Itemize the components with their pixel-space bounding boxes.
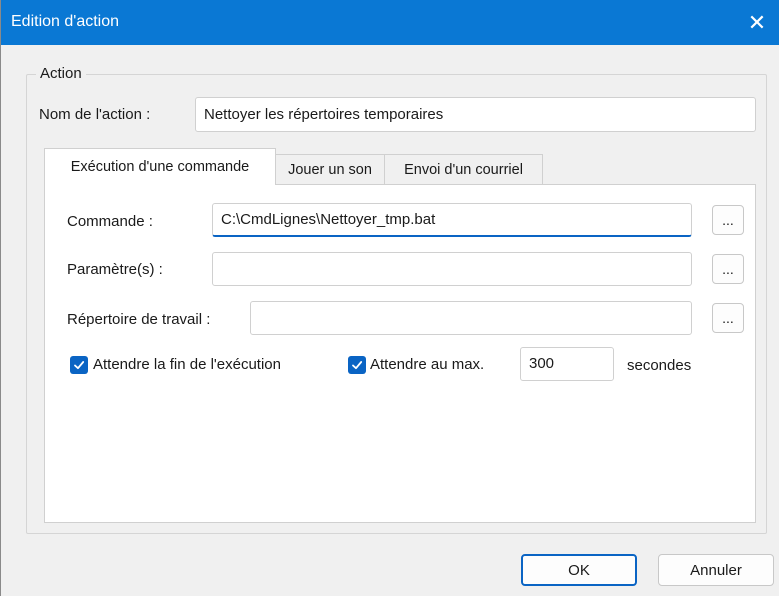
tab-play-sound-label: Jouer un son <box>288 161 372 178</box>
action-name-label: Nom de l'action : <box>39 106 151 123</box>
workdir-browse-button[interactable]: ... <box>712 303 744 333</box>
cancel-button[interactable]: Annuler <box>658 554 774 586</box>
command-label: Commande : <box>67 213 153 230</box>
params-browse-button[interactable]: ... <box>712 254 744 284</box>
dialog-title: Edition d'action <box>11 13 120 30</box>
tab-send-email-label: Envoi d'un courriel <box>404 161 523 178</box>
tab-execute-command-label: Exécution d'une commande <box>70 159 250 175</box>
command-browse-button[interactable]: ... <box>712 205 744 235</box>
ok-button[interactable]: OK <box>521 554 637 586</box>
wait-max-label[interactable]: Attendre au max. <box>370 356 484 373</box>
command-value: C:\CmdLignes\Nettoyer_tmp.bat <box>221 211 436 228</box>
action-group-legend: Action <box>36 65 86 82</box>
workdir-input[interactable] <box>250 301 692 335</box>
seconds-label: secondes <box>627 357 692 374</box>
wait-end-checkbox[interactable] <box>70 356 88 374</box>
wait-max-seconds-input[interactable]: 300 <box>520 347 614 381</box>
action-name-value: Nettoyer les répertoires temporaires <box>204 106 444 123</box>
checkmark-icon <box>352 361 363 370</box>
close-icon[interactable]: ✕ <box>734 0 779 45</box>
params-label: Paramètre(s) : <box>67 261 163 278</box>
wait-max-checkbox[interactable] <box>348 356 366 374</box>
params-input[interactable] <box>212 252 692 286</box>
action-edit-dialog: Edition d'action ✕ Action Nom de l'actio… <box>0 0 779 596</box>
title-bar: Edition d'action ✕ <box>1 0 779 45</box>
tab-send-email[interactable]: Envoi d'un courriel <box>384 154 543 184</box>
tab-play-sound[interactable]: Jouer un son <box>275 154 385 184</box>
wait-end-label[interactable]: Attendre la fin de l'exécution <box>93 356 281 373</box>
workdir-label: Répertoire de travail : <box>67 311 211 328</box>
command-input[interactable]: C:\CmdLignes\Nettoyer_tmp.bat <box>212 203 692 237</box>
checkmark-icon <box>74 361 85 370</box>
tab-execute-command[interactable]: Exécution d'une commande <box>44 148 276 185</box>
action-name-input[interactable]: Nettoyer les répertoires temporaires <box>195 97 756 132</box>
wait-max-seconds-value: 300 <box>529 355 555 372</box>
